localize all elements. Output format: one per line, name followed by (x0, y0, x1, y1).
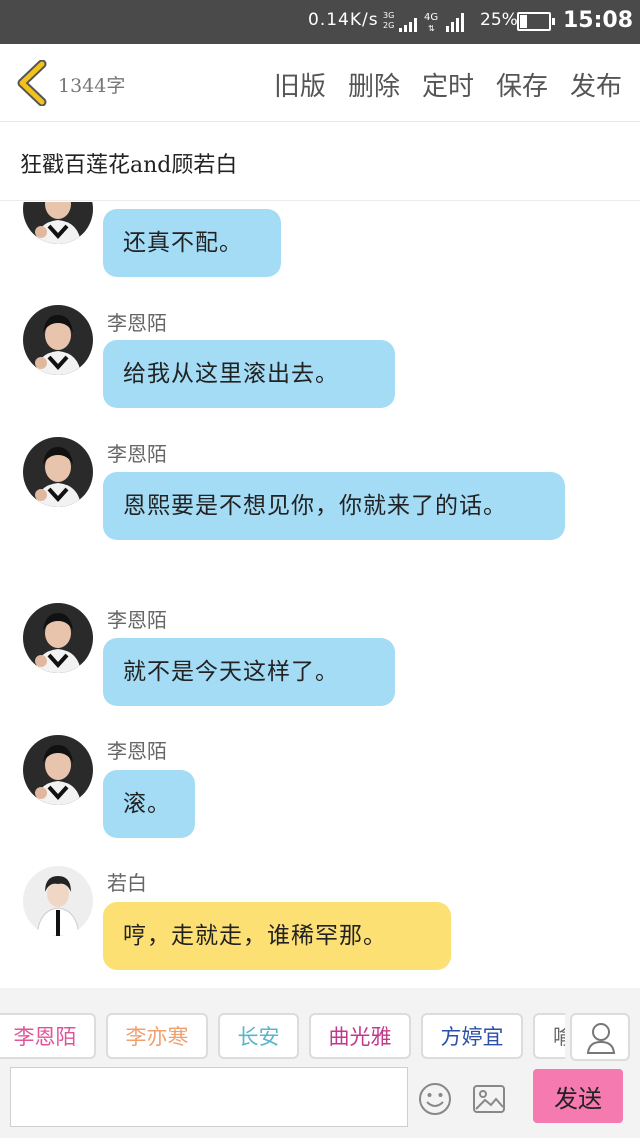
character-chip[interactable]: 喻 (533, 1013, 565, 1059)
female-avatar[interactable] (23, 202, 93, 244)
female-avatar[interactable] (23, 305, 93, 375)
sender-name: 若白 (107, 871, 147, 895)
male-avatar[interactable] (23, 866, 93, 936)
message-bubble[interactable]: 恩熙要是不想见你，你就来了的话。 (103, 472, 565, 540)
delete-button[interactable]: 删除 (348, 66, 400, 103)
header-actions: 旧版 删除 定时 保存 发布 (274, 66, 622, 103)
back-button[interactable] (12, 59, 54, 107)
character-chip[interactable]: 李恩陌 (0, 1013, 96, 1059)
person-icon (586, 1023, 616, 1054)
character-chip[interactable]: 长安 (218, 1013, 299, 1059)
chat-area[interactable]: 还真不配。 李恩陌 给我从这里滚出去。 李恩陌 恩熙要是不想见你，你就来了的话。… (0, 202, 640, 988)
sender-name: 李恩陌 (107, 739, 167, 763)
female-avatar[interactable] (23, 603, 93, 673)
story-title-bar[interactable]: 狂戳百莲花and顾若白 (0, 123, 640, 201)
image-icon (473, 1085, 505, 1113)
message-bubble[interactable]: 哼，走就走，谁稀罕那。 (103, 902, 451, 970)
message-input[interactable] (10, 1067, 408, 1127)
story-title: 狂戳百莲花and顾若白 (20, 153, 238, 178)
send-button[interactable]: 发送 (533, 1069, 623, 1123)
sender-name: 李恩陌 (107, 608, 167, 632)
editor-header: 1344字 旧版 删除 定时 保存 发布 (0, 44, 640, 122)
sim2-signal-icon: 4G ⇅ (424, 10, 470, 34)
message-bubble[interactable]: 就不是今天这样了。 (103, 638, 395, 706)
image-button[interactable] (472, 1083, 506, 1115)
old-version-button[interactable]: 旧版 (274, 66, 326, 103)
message-bubble[interactable]: 滚。 (103, 770, 195, 838)
sender-name: 李恩陌 (107, 442, 167, 466)
save-button[interactable]: 保存 (496, 66, 548, 103)
status-bar: 0.14K/s 3G 2G 4G ⇅ 25% 15:08 (0, 0, 640, 44)
composer: 李恩陌 李亦寒 长安 曲光雅 方婷宜 喻 发送 (0, 988, 640, 1138)
female-avatar[interactable] (23, 735, 93, 805)
back-arrow-icon (17, 59, 47, 107)
female-avatar[interactable] (23, 437, 93, 507)
character-chip[interactable]: 李亦寒 (106, 1013, 208, 1059)
character-list[interactable]: 李恩陌 李亦寒 长安 曲光雅 方婷宜 喻 (0, 1013, 565, 1061)
emoji-button[interactable] (417, 1081, 453, 1117)
manage-characters-button[interactable] (570, 1013, 630, 1061)
word-count: 1344字 (58, 75, 126, 97)
message-bubble[interactable]: 给我从这里滚出去。 (103, 340, 395, 408)
sim1-signal-icon: 3G 2G (383, 12, 419, 34)
battery-percent: 25% (480, 10, 518, 30)
publish-button[interactable]: 发布 (570, 66, 622, 103)
character-chip[interactable]: 曲光雅 (309, 1013, 411, 1059)
message-bubble[interactable]: 还真不配。 (103, 209, 281, 277)
character-chip[interactable]: 方婷宜 (421, 1013, 523, 1059)
clock: 15:08 (563, 8, 634, 33)
smiley-icon (419, 1083, 451, 1115)
battery-icon (517, 12, 555, 31)
sender-name: 李恩陌 (107, 311, 167, 335)
schedule-button[interactable]: 定时 (422, 66, 474, 103)
network-speed: 0.14K/s (308, 10, 379, 30)
